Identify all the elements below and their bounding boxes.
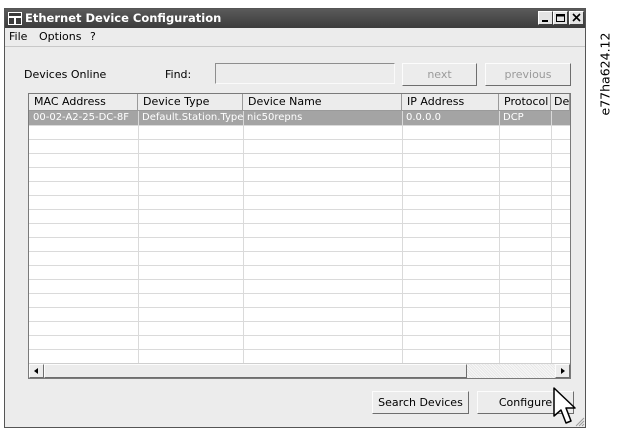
network-app-icon <box>8 12 22 25</box>
minimize-button[interactable] <box>538 11 553 25</box>
main-window: Ethernet Device Configuration File Optio… <box>4 8 586 428</box>
title-bar[interactable]: Ethernet Device Configuration <box>5 9 585 28</box>
scrollbar-track[interactable] <box>467 364 555 378</box>
search-devices-button[interactable]: Search Devices <box>372 391 469 414</box>
row-divider <box>29 181 570 182</box>
table-cell-protocol: DCP <box>503 112 524 123</box>
figure-code: e77ha624.12 <box>595 10 615 140</box>
row-divider <box>29 279 570 280</box>
next-button[interactable]: next <box>402 63 477 86</box>
window-title: Ethernet Device Configuration <box>25 11 222 25</box>
devices-online-label: Devices Online <box>24 68 107 81</box>
row-divider <box>29 265 570 266</box>
row-divider <box>29 125 570 126</box>
figure-code-text: e77ha624.12 <box>597 32 613 116</box>
row-divider <box>29 335 570 336</box>
column-header-protocol[interactable]: Protocol <box>499 94 551 111</box>
table-cell-device-type: Default.Station.Type <box>142 112 243 123</box>
horizontal-scrollbar[interactable] <box>29 363 570 378</box>
row-divider <box>29 195 570 196</box>
maximize-button[interactable] <box>553 11 568 25</box>
column-header-device-name[interactable]: Device Name <box>243 94 402 111</box>
row-divider <box>29 293 570 294</box>
arrow-left-icon <box>34 368 38 374</box>
row-divider <box>29 139 570 140</box>
row-divider <box>29 237 570 238</box>
previous-button[interactable]: previous <box>485 63 571 86</box>
row-divider <box>29 223 570 224</box>
devices-table: MAC Address Device Type Device Name IP A… <box>28 93 571 379</box>
row-divider <box>29 349 570 350</box>
row-divider <box>29 153 570 154</box>
row-divider <box>29 251 570 252</box>
row-divider <box>29 209 570 210</box>
table-cell-device-name: nic50repns <box>247 112 303 123</box>
minimize-icon <box>542 20 548 22</box>
menu-file[interactable]: File <box>9 28 27 46</box>
find-input[interactable] <box>215 63 395 84</box>
arrow-right-icon <box>561 368 565 374</box>
close-icon <box>572 13 581 22</box>
table-cell-ip-address: 0.0.0.0 <box>406 112 441 123</box>
menu-help[interactable]: ? <box>90 28 96 46</box>
column-header-mac[interactable]: MAC Address <box>29 94 138 111</box>
column-header-de[interactable]: De <box>551 94 570 111</box>
menu-bar: File Options ? <box>5 28 585 47</box>
row-divider <box>29 307 570 308</box>
scroll-right-button[interactable] <box>555 364 570 378</box>
column-header-device-type[interactable]: Device Type <box>138 94 243 111</box>
mouse-pointer-icon <box>553 387 576 424</box>
table-cell-mac: 00-02-A2-25-DC-8F <box>33 112 129 123</box>
row-divider <box>29 321 570 322</box>
find-label: Find: <box>165 68 192 81</box>
menu-options[interactable]: Options <box>39 28 81 46</box>
scrollbar-thumb[interactable] <box>44 364 467 378</box>
column-header-ip-address[interactable]: IP Address <box>402 94 499 111</box>
maximize-icon <box>556 14 565 22</box>
row-divider <box>29 167 570 168</box>
scroll-left-button[interactable] <box>29 364 44 378</box>
close-button[interactable] <box>569 11 584 25</box>
